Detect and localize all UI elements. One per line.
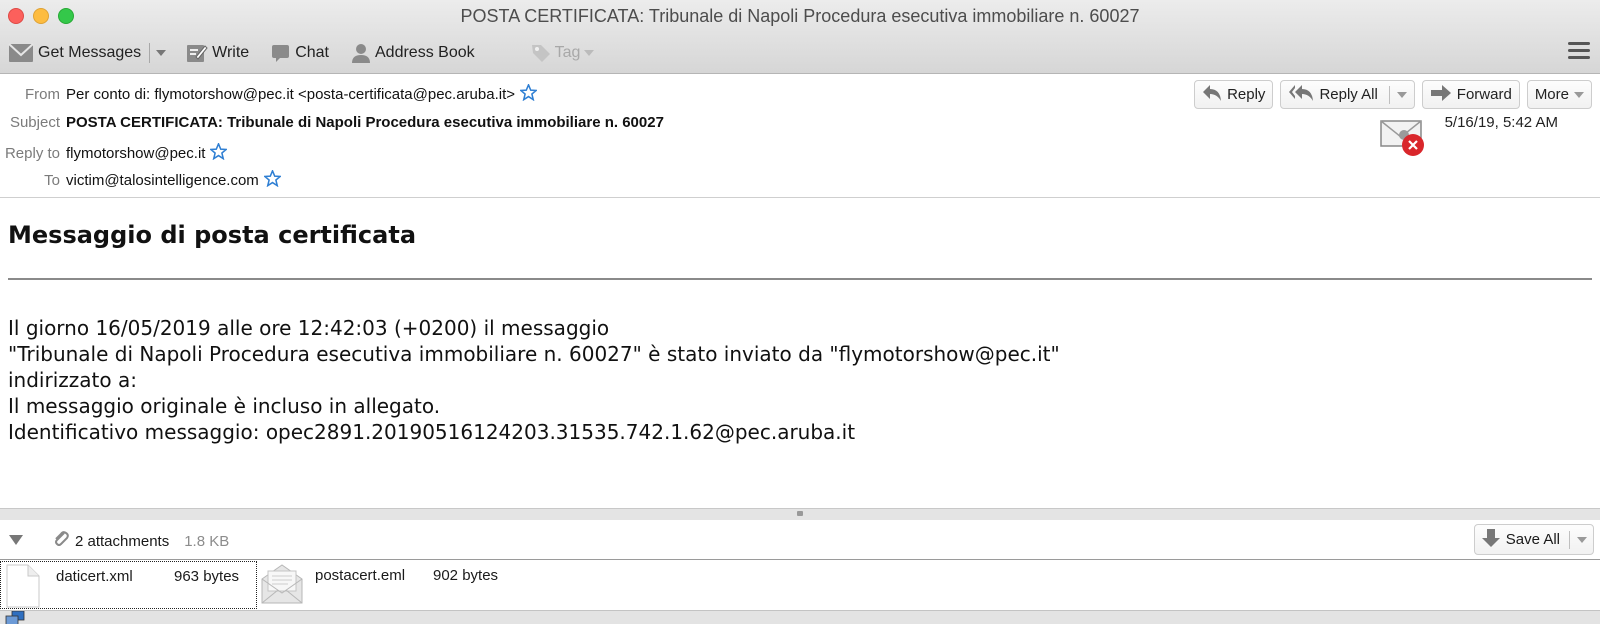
message-body: Messaggio di posta certificata Il giorno… (0, 199, 1600, 507)
attachment-size: 902 bytes (433, 567, 499, 584)
to-value[interactable]: victim@talosintelligence.com (66, 172, 259, 189)
from-value[interactable]: Per conto di: flymotorshow@pec.it <posta… (66, 86, 515, 103)
compose-icon (186, 43, 208, 63)
message-text: Il giorno 16/05/2019 alle ore 12:42:03 (… (8, 315, 1060, 445)
attachment-list: daticert.xml 963 bytes postacert.eml 902… (0, 561, 1600, 610)
reply-all-button[interactable]: Reply All (1280, 80, 1415, 109)
window-title: POSTA CERTIFICATA: Tribunale di Napoli P… (460, 6, 1140, 26)
hamburger-icon-line (1568, 42, 1590, 45)
thunderbird-window: POSTA CERTIFICATA: Tribunale di Napoli P… (0, 0, 1600, 624)
reply-all-dropdown-icon[interactable] (1396, 91, 1407, 98)
chat-button[interactable]: Chat (271, 39, 329, 67)
body-line: "Tribunale di Napoli Procedura esecutiva… (8, 342, 1060, 366)
message-heading: Messaggio di posta certificata (8, 221, 417, 249)
toolbar-separator (149, 43, 151, 63)
subject-row: Subject POSTA CERTIFICATA: Tribunale di … (0, 111, 664, 133)
chat-bubble-icon (271, 43, 291, 63)
button-separator (1569, 530, 1570, 549)
reply-label: Reply (1227, 86, 1266, 103)
header-action-buttons: Reply Reply All Forward More (1194, 80, 1592, 109)
reply-to-row: Reply to flymotorshow@pec.it (0, 141, 229, 164)
divider (8, 278, 1592, 280)
get-messages-button[interactable]: Get Messages (8, 39, 141, 67)
tag-dropdown-icon (584, 50, 595, 56)
open-envelope-icon (260, 563, 304, 609)
get-messages-label: Get Messages (38, 44, 142, 61)
hamburger-icon-line (1568, 56, 1590, 59)
hamburger-icon-line (1568, 49, 1590, 52)
reply-to-value[interactable]: flymotorshow@pec.it (66, 145, 205, 162)
download-arrow-icon (1481, 528, 1501, 552)
reply-to-label: Reply to (4, 144, 60, 162)
from-row: From Per conto di: flymotorshow@pec.it <… (0, 82, 539, 105)
reply-all-arrow-icon (1288, 84, 1314, 106)
attachment-size: 963 bytes (174, 568, 240, 585)
file-icon (6, 564, 40, 612)
star-icon[interactable] (209, 141, 229, 164)
tag-icon (531, 43, 551, 63)
tag-label: Tag (554, 44, 581, 61)
star-icon[interactable] (262, 168, 282, 191)
forward-label: Forward (1456, 86, 1512, 103)
title-toolbar-area: POSTA CERTIFICATA: Tribunale di Napoli P… (0, 0, 1600, 74)
subject-label: Subject (9, 113, 60, 131)
attachment-item[interactable]: daticert.xml 963 bytes (0, 561, 257, 609)
attachments-count: 2 attachments (75, 532, 170, 550)
attachment-name: postacert.eml (315, 567, 406, 584)
message-header: From Per conto di: flymotorshow@pec.it <… (0, 75, 1600, 198)
save-all-dropdown-icon[interactable] (1577, 536, 1587, 543)
address-book-button[interactable]: Address Book (351, 39, 475, 67)
from-label: From (25, 85, 60, 103)
attachments-total-size: 1.8 KB (184, 532, 230, 550)
more-dropdown-icon (1574, 91, 1584, 98)
save-all-button[interactable]: Save All (1473, 524, 1594, 555)
tag-button[interactable]: Tag (531, 39, 595, 67)
write-button[interactable]: Write (186, 39, 249, 67)
status-bar (0, 610, 1600, 624)
more-button[interactable]: More (1526, 80, 1592, 109)
reply-arrow-icon (1202, 84, 1222, 106)
body-line: indirizzato a: (8, 368, 137, 392)
forward-arrow-icon (1430, 84, 1452, 106)
online-status-icon[interactable] (4, 610, 26, 624)
paperclip-icon (52, 530, 70, 552)
star-icon[interactable] (518, 82, 539, 105)
subject-value: POSTA CERTIFICATA: Tribunale di Napoli P… (66, 113, 664, 131)
main-toolbar: Get Messages Write Chat Address Book Tag (0, 38, 1600, 68)
forward-button[interactable]: Forward (1421, 80, 1520, 109)
reply-all-label: Reply All (1319, 86, 1378, 103)
button-separator (1388, 85, 1390, 104)
get-messages-dropdown-icon[interactable] (156, 50, 167, 56)
more-label: More (1534, 86, 1569, 103)
attachment-bar: 2 attachments 1.8 KB Save All (0, 520, 1600, 560)
address-book-label: Address Book (375, 44, 475, 61)
body-line: Il messaggio originale è incluso in alle… (8, 394, 441, 418)
app-menu-button[interactable] (1568, 42, 1590, 63)
message-date: 5/16/19, 5:42 AM (1444, 114, 1558, 131)
person-icon (351, 43, 371, 63)
attachment-pane-splitter[interactable] (0, 508, 1600, 520)
save-all-label: Save All (1505, 531, 1560, 548)
to-label: To (44, 171, 60, 189)
to-row: To victim@talosintelligence.com (0, 168, 282, 191)
attachments-summary[interactable]: 2 attachments 1.8 KB (52, 530, 229, 552)
body-line: Identificativo messaggio: opec2891.20190… (8, 420, 856, 444)
chat-label: Chat (295, 44, 329, 61)
reply-button[interactable]: Reply (1194, 80, 1274, 109)
attachment-item[interactable]: postacert.eml 902 bytes (258, 561, 518, 609)
splitter-grip-icon[interactable] (797, 511, 803, 516)
body-line: Il giorno 16/05/2019 alle ore 12:42:03 (… (8, 316, 610, 340)
collapse-attachments-toggle[interactable] (9, 535, 23, 545)
attachment-name: daticert.xml (56, 568, 133, 585)
invalid-signature-envelope-icon[interactable] (1380, 117, 1426, 157)
envelope-icon (8, 43, 34, 63)
write-label: Write (212, 44, 250, 61)
